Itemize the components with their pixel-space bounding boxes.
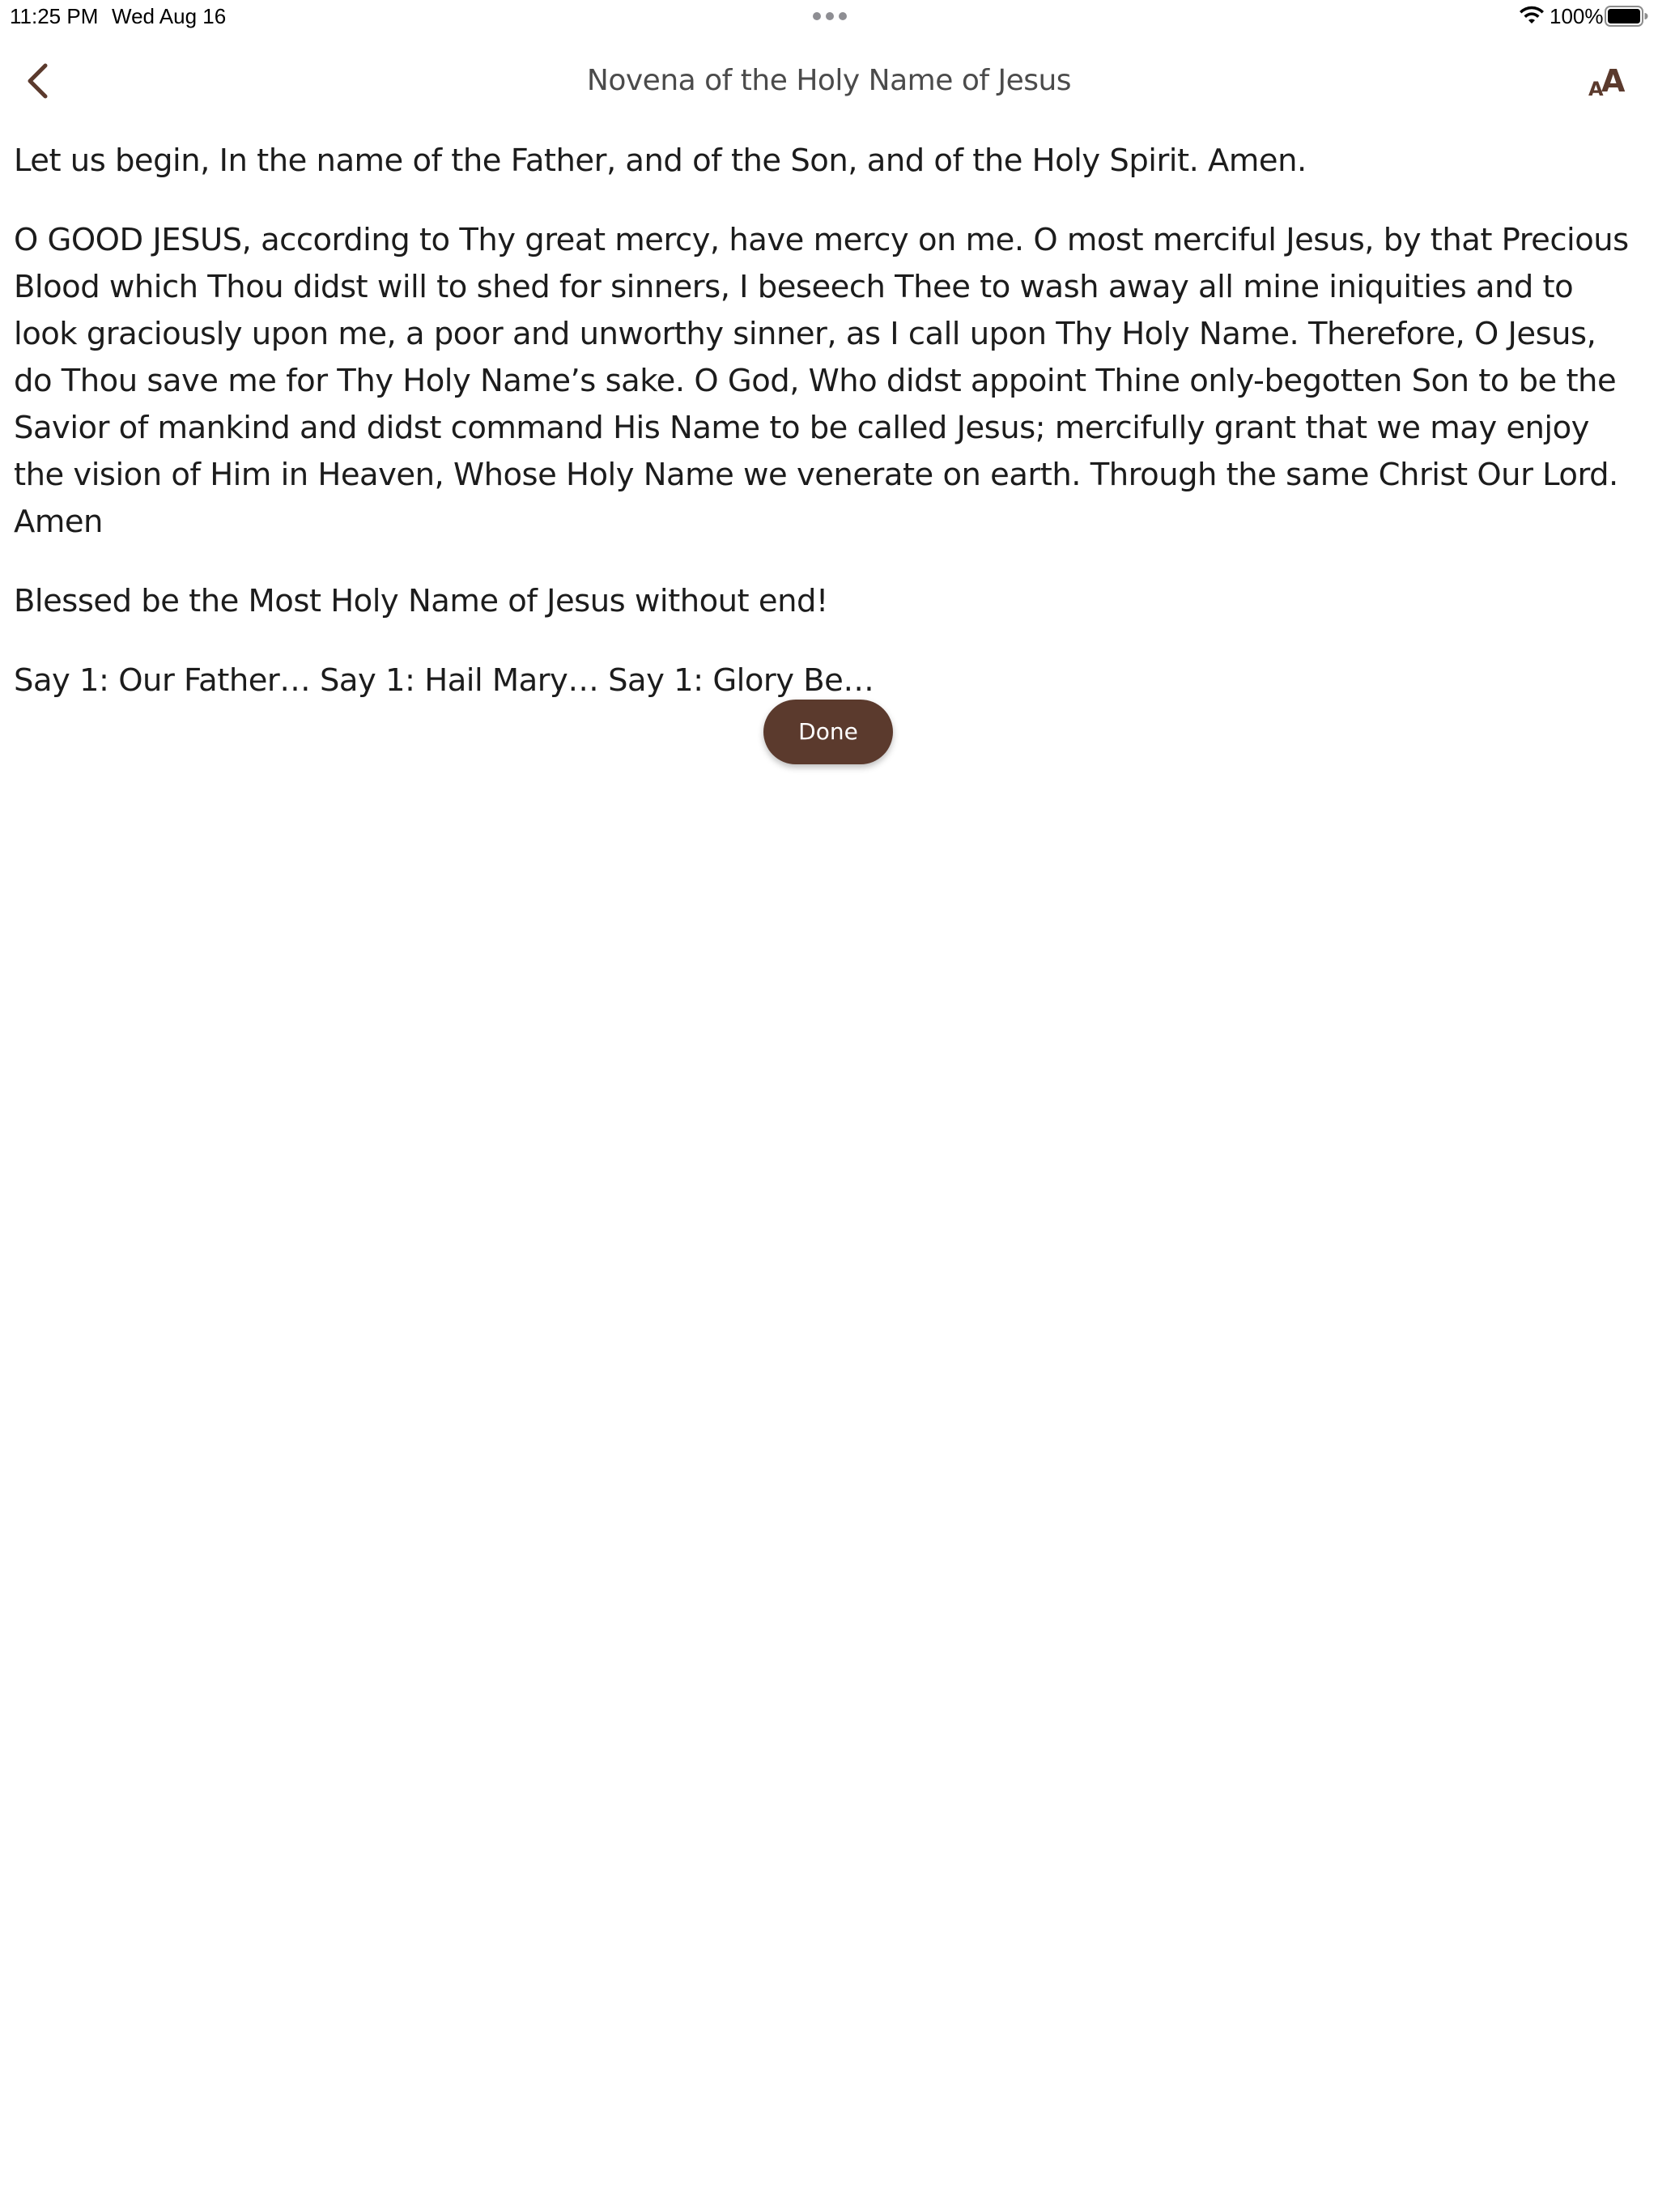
status-date: Wed Aug 16	[112, 4, 227, 28]
multitask-dot	[826, 12, 834, 20]
prayer-blessing: Blessed be the Most Holy Name of Jesus w…	[14, 583, 828, 619]
back-button[interactable]	[15, 55, 60, 107]
multitask-dot	[839, 12, 847, 20]
status-bar: 11:25 PM Wed Aug 16 100%	[0, 0, 1658, 32]
page-title: Novena of the Holy Name of Jesus	[586, 64, 1072, 97]
battery-percent: 100%	[1550, 4, 1604, 28]
multitask-dots-icon[interactable]	[813, 11, 847, 21]
chevron-left-icon	[28, 63, 48, 99]
prayer-instructions: Say 1: Our Father… Say 1: Hail Mary… Say…	[14, 662, 874, 699]
done-button[interactable]: Done	[763, 700, 893, 764]
text-size-large-glyph: A	[1601, 63, 1626, 99]
prayer-content: Let us begin, In the name of the Father,…	[14, 138, 1633, 737]
battery-fill	[1608, 9, 1640, 23]
wifi-icon	[1520, 6, 1544, 23]
status-time: 11:25 PM	[10, 4, 99, 28]
prayer-body: O GOOD JESUS, according to Thy great mer…	[14, 222, 1629, 540]
battery-icon	[1605, 6, 1648, 27]
prayer-opening: Let us begin, In the name of the Father,…	[14, 143, 1307, 179]
text-size-button[interactable]: A A	[1577, 57, 1634, 105]
nav-bar: Novena of the Holy Name of Jesus A A	[0, 32, 1658, 130]
multitask-dot	[813, 12, 821, 20]
